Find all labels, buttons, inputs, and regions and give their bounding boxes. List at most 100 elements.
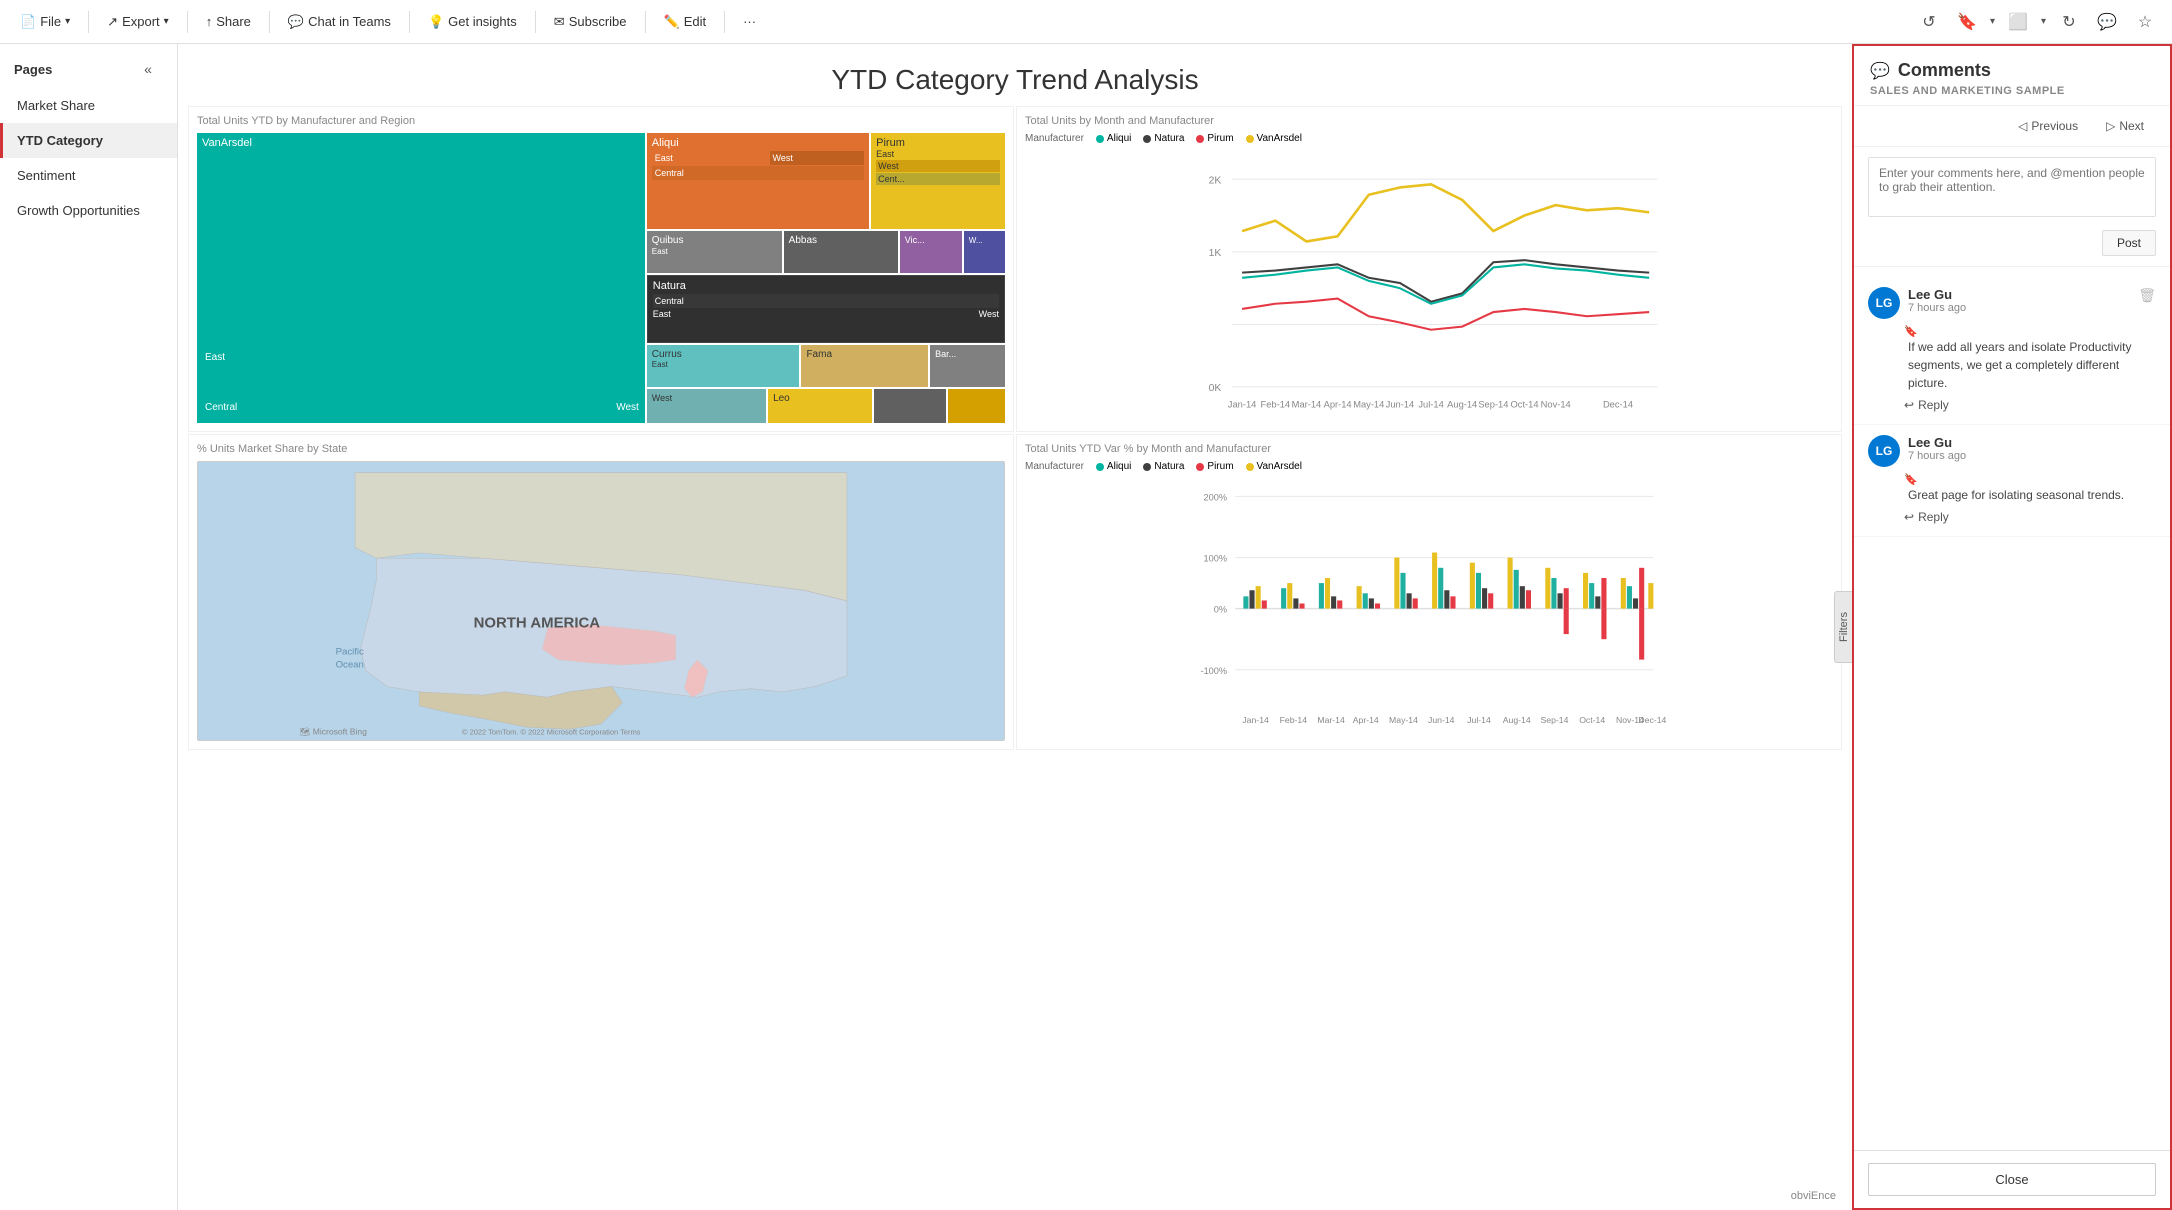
separator3 (269, 11, 270, 33)
svg-text:Mar-14: Mar-14 (1292, 400, 1322, 410)
chat-teams-button[interactable]: 💬 Chat in Teams (280, 10, 399, 34)
tm-abbas: Abbas (784, 231, 898, 272)
file-button[interactable]: 📄 File ▾ (12, 10, 78, 34)
comment1-meta: LG Lee Gu 7 hours ago 🗑 (1868, 287, 2156, 319)
legend2-pirum: Pirum (1196, 461, 1233, 472)
previous-button[interactable]: ◁ Previous (2008, 114, 2088, 138)
chart-treemap: Total Units YTD by Manufacturer and Regi… (188, 106, 1014, 432)
tm-vanarsdel: VanArsdel East Central West (197, 133, 645, 423)
prev-icon: ◁ (2018, 119, 2027, 133)
tm-right-cols: Aliqui East West Central (647, 133, 1005, 423)
svg-text:Ocean: Ocean (336, 659, 364, 670)
comments-footer: Close (1854, 1150, 2170, 1208)
comments-nav: ◁ Previous ▷ Next (1854, 106, 2170, 147)
bookmark-chevron-icon: ▾ (1990, 16, 1995, 27)
sidebar: Pages « Market Share YTD Category Sentim… (0, 44, 178, 1210)
svg-text:Oct-14: Oct-14 (1579, 715, 1605, 725)
comment-button[interactable]: 💬 (2092, 7, 2122, 37)
comments-subtitle: SALES AND MARKETING SAMPLE (1870, 85, 2154, 97)
sidebar-item-ytd-category[interactable]: YTD Category (0, 123, 177, 158)
svg-text:🗺 Microsoft Bing: 🗺 Microsoft Bing (299, 727, 367, 737)
chart2-title: Total Units by Month and Manufacturer (1025, 115, 1833, 127)
comment1-time: 7 hours ago (1908, 302, 2130, 314)
charts-grid: Total Units YTD by Manufacturer and Regi… (178, 106, 1852, 760)
edit-button[interactable]: ✏️ Edit (656, 10, 715, 34)
tm-bar: Bar... (930, 345, 1005, 386)
tm-west-small: West (647, 389, 766, 423)
reply-button-2[interactable]: ↩ Reply (1904, 508, 1949, 526)
svg-text:© 2022 TomTom. © 2022 Microsof: © 2022 TomTom. © 2022 Microsoft Corporat… (462, 728, 641, 737)
view-button[interactable]: ⬜ (2003, 7, 2033, 37)
toolbar: 📄 File ▾ ↗ Export ▾ ↑ Share 💬 Chat in Te… (0, 0, 2172, 44)
filters-label: Filters (1838, 612, 1850, 642)
close-button[interactable]: Close (1868, 1163, 2156, 1196)
legend-natura: Natura (1143, 133, 1184, 144)
reply-icon-1: ↩ (1904, 398, 1914, 412)
comment-input-area: Post (1854, 147, 2170, 267)
undo-button[interactable]: ↺ (1914, 7, 1944, 37)
post-button[interactable]: Post (2102, 230, 2156, 256)
bookmark-icon-2: 🔖 (1904, 473, 2156, 486)
report-canvas: YTD Category Trend Analysis Filters Tota… (178, 44, 1852, 1210)
manufacturer-label: Manufacturer (1025, 133, 1084, 144)
favorite-button[interactable]: ☆ (2130, 7, 2160, 37)
svg-text:Apr-14: Apr-14 (1324, 400, 1352, 410)
legend-pirum: Pirum (1196, 133, 1233, 144)
export-button[interactable]: ↗ Export ▾ (99, 10, 177, 34)
svg-text:-100%: -100% (1201, 666, 1228, 676)
pages-label: Pages (14, 62, 52, 77)
sidebar-item-growth-opportunities[interactable]: Growth Opportunities (0, 193, 177, 228)
comments-title-row: 💬 Comments (1870, 60, 2154, 81)
chart-bar: Total Units YTD Var % by Month and Manuf… (1016, 434, 1842, 750)
comments-panel: 💬 Comments SALES AND MARKETING SAMPLE ◁ … (1852, 44, 2172, 1210)
svg-text:NORTH AMERICA: NORTH AMERICA (474, 615, 601, 632)
legend2-natura: Natura (1143, 461, 1184, 472)
bookmark-icon-1: 🔖 (1904, 325, 2156, 338)
svg-text:Jul-14: Jul-14 (1418, 400, 1443, 410)
tm-aliqui: Aliqui East West Central (647, 133, 869, 229)
comment1-text: If we add all years and isolate Producti… (1908, 338, 2156, 392)
svg-text:Jan-14: Jan-14 (1228, 400, 1257, 410)
legend2-aliqui: Aliqui (1096, 461, 1131, 472)
comment-item-2: LG Lee Gu 7 hours ago 🔖 Great page for i… (1854, 425, 2170, 537)
filters-handle[interactable]: Filters (1834, 591, 1852, 663)
more-button[interactable]: ··· (735, 10, 764, 33)
legend-aliqui: Aliqui (1096, 133, 1131, 144)
insights-button[interactable]: 💡 Get insights (420, 10, 525, 34)
tm-leo: Leo (768, 389, 872, 423)
reply-button-1[interactable]: ↩ Reply (1904, 396, 1949, 414)
sidebar-collapse-button[interactable]: « (133, 54, 163, 84)
svg-text:0%: 0% (1214, 605, 1227, 615)
refresh-button[interactable]: ↻ (2054, 7, 2084, 37)
sidebar-item-market-share[interactable]: Market Share (0, 88, 177, 123)
svg-text:May-14: May-14 (1353, 400, 1384, 410)
manufacturer-label2: Manufacturer (1025, 461, 1084, 472)
comment2-info: Lee Gu 7 hours ago (1908, 435, 2156, 462)
line-chart-svg: 2K 1K 0K Jan-14 Feb-14 (1025, 148, 1833, 418)
tm-currus: Currus East (647, 345, 800, 386)
bookmark-button[interactable]: 🔖 (1952, 7, 1982, 37)
tm-w: W... (964, 231, 1005, 272)
export-chevron-icon: ▾ (164, 16, 169, 27)
svg-text:May-14: May-14 (1389, 715, 1418, 725)
svg-text:Feb-14: Feb-14 (1280, 715, 1308, 725)
legend2-vanarsdel: VanArsdel (1246, 461, 1302, 472)
tm-fama: Fama (801, 345, 928, 386)
svg-text:Oct-14: Oct-14 (1511, 400, 1539, 410)
avatar-1: LG (1868, 287, 1900, 319)
subscribe-button[interactable]: ✉ Subscribe (546, 10, 635, 34)
content-area: YTD Category Trend Analysis Filters Tota… (178, 44, 2172, 1210)
next-button[interactable]: ▷ Next (2096, 114, 2154, 138)
tm-vic: Vic... (900, 231, 962, 272)
tm-natura: Natura Central East West (647, 275, 1005, 344)
share-button[interactable]: ↑ Share (198, 10, 259, 33)
separator7 (724, 11, 725, 33)
svg-text:Mar-14: Mar-14 (1317, 715, 1345, 725)
comments-list: LG Lee Gu 7 hours ago 🗑 🔖 If we add all … (1854, 267, 2170, 1150)
delete-button-1[interactable]: 🗑 (2138, 287, 2156, 304)
comment-input[interactable] (1868, 157, 2156, 217)
bar-chart-svg: 200% 100% 0% -100% (1025, 476, 1833, 731)
sidebar-item-sentiment[interactable]: Sentiment (0, 158, 177, 193)
chart1-title: Total Units YTD by Manufacturer and Regi… (197, 115, 1005, 127)
svg-text:Jun-14: Jun-14 (1428, 715, 1455, 725)
